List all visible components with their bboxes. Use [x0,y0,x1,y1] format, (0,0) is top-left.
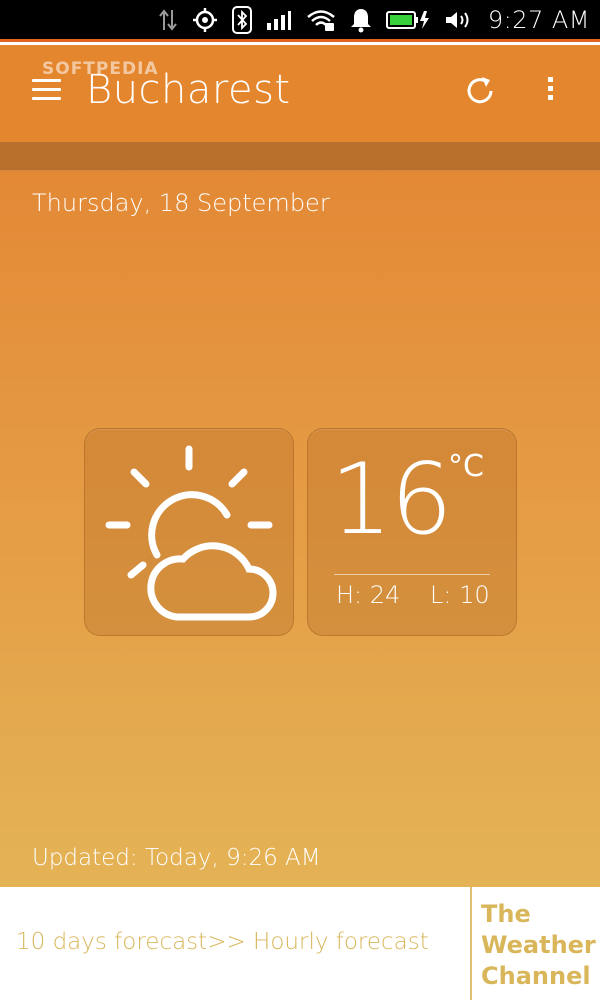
refresh-icon[interactable] [462,73,498,109]
signal-icon [266,5,292,35]
brand-line-2: Weather [481,931,596,959]
weather-panel: Thursday, 18 September 16 °C H: 24 L: 10 [0,171,600,887]
status-bar: 9:27 AM [0,0,600,42]
temperature-tile: 16 °C H: 24 L: 10 [307,428,517,636]
footer-divider [470,887,472,1000]
partly-cloudy-icon [105,445,277,621]
footer: 10 days forecast>> Hourly forecast The W… [0,887,600,1000]
weather-channel-logo[interactable]: The Weather Channel [481,899,596,992]
city-title[interactable]: Bucharest [86,67,291,113]
battery-charging-icon [385,5,430,35]
wifi-icon [306,5,336,35]
hourly-forecast-link[interactable]: Hourly forecast [253,929,429,955]
volume-icon [444,5,474,35]
updated-label: Updated: Today, 9:26 AM [32,845,321,871]
current-temperature: 16 [330,443,453,557]
brand-line-1: The [481,900,531,928]
condition-tile [84,428,294,636]
location-icon [192,5,218,35]
notification-bell-icon [350,5,372,35]
temperature-divider [334,574,490,575]
data-transfer-icon [158,5,178,35]
date-label: Thursday, 18 September [32,189,330,217]
temperature-unit: °C [448,449,484,484]
forecast-links: 10 days forecast>> Hourly forecast [16,929,429,955]
more-options-icon[interactable] [540,77,560,109]
clock-time: 9:27 AM [487,5,590,34]
ten-day-forecast-link[interactable]: 10 days forecast>> [16,929,246,955]
low-temperature: L: 10 [430,581,490,609]
header-divider [0,142,600,171]
bluetooth-icon [231,5,252,35]
menu-icon[interactable] [32,79,64,107]
high-temperature: H: 24 [336,581,401,609]
app-header: SOFTPEDIA Bucharest [0,45,600,142]
brand-line-3: Channel [481,962,591,990]
